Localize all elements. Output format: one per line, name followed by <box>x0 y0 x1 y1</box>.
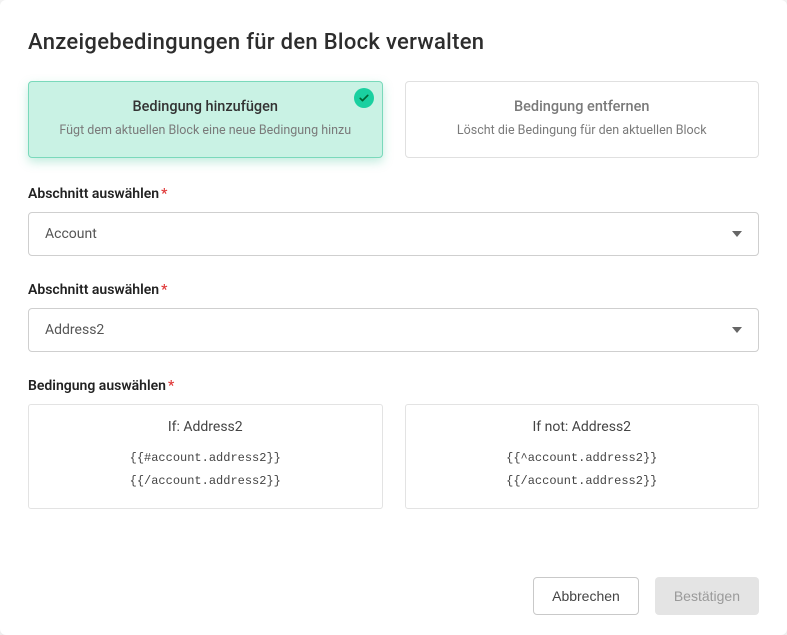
select-section-1-value: Account <box>45 226 97 242</box>
field-section-2-label-text: Abschnitt auswählen <box>28 282 159 298</box>
chevron-down-icon <box>732 327 742 333</box>
option-add-title: Bedingung hinzufügen <box>47 98 364 115</box>
condition-ifnot-code: {{^account.address2}} {{/account.address… <box>416 447 749 493</box>
condition-if-code: {{#account.address2}} {{/account.address… <box>39 447 372 493</box>
field-section-1-label-text: Abschnitt auswählen <box>28 186 159 202</box>
select-section-2[interactable]: Address2 <box>28 308 759 352</box>
condition-options-row: If: Address2 {{#account.address2}} {{/ac… <box>28 404 759 510</box>
field-section-2-label: Abschnitt auswählen* <box>28 282 759 298</box>
option-add-condition[interactable]: Bedingung hinzufügen Fügt dem aktuellen … <box>28 81 383 158</box>
field-section-1: Abschnitt auswählen* Account <box>28 186 759 256</box>
modal-footer: Abbrechen Bestätigen <box>533 577 759 615</box>
condition-ifnot-title: If not: Address2 <box>416 419 749 435</box>
option-remove-desc: Löscht die Bedingung für den aktuellen B… <box>424 122 741 141</box>
condition-if-title: If: Address2 <box>39 419 372 435</box>
field-section-1-label: Abschnitt auswählen* <box>28 186 759 202</box>
required-asterisk: * <box>168 378 174 394</box>
option-remove-condition[interactable]: Bedingung entfernen Löscht die Bedingung… <box>405 81 760 158</box>
cancel-button[interactable]: Abbrechen <box>533 577 639 615</box>
required-asterisk: * <box>161 186 167 202</box>
field-section-2: Abschnitt auswählen* Address2 <box>28 282 759 352</box>
chevron-down-icon <box>732 231 742 237</box>
option-row: Bedingung hinzufügen Fügt dem aktuellen … <box>28 81 759 158</box>
field-condition-label: Bedingung auswählen* <box>28 378 759 394</box>
required-asterisk: * <box>161 282 167 298</box>
manage-conditions-modal: Anzeigebedingungen für den Block verwalt… <box>0 0 787 635</box>
option-remove-title: Bedingung entfernen <box>424 98 741 115</box>
select-section-1[interactable]: Account <box>28 212 759 256</box>
modal-title: Anzeigebedingungen für den Block verwalt… <box>28 30 759 55</box>
condition-if[interactable]: If: Address2 {{#account.address2}} {{/ac… <box>28 404 383 510</box>
option-add-desc: Fügt dem aktuellen Block eine neue Bedin… <box>47 122 364 141</box>
select-section-2-value: Address2 <box>45 322 104 338</box>
check-icon <box>354 88 374 108</box>
condition-ifnot[interactable]: If not: Address2 {{^account.address2}} {… <box>405 404 760 510</box>
field-condition: Bedingung auswählen* If: Address2 {{#acc… <box>28 378 759 510</box>
field-condition-label-text: Bedingung auswählen <box>28 378 166 394</box>
confirm-button[interactable]: Bestätigen <box>655 577 759 615</box>
